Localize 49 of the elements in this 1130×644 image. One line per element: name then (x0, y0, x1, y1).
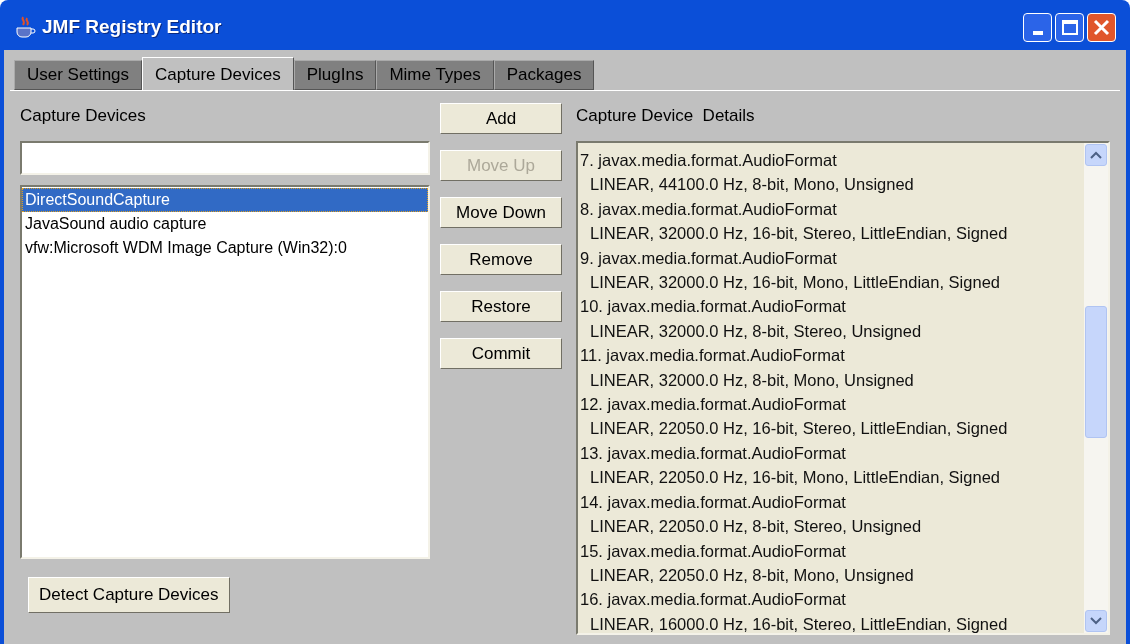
format-details-line: LINEAR, 32000.0 Hz, 8-bit, Mono, Unsigned (589, 369, 915, 391)
detect-devices-button[interactable]: Detect Capture Devices (28, 577, 230, 613)
action-button[interactable]: Move Down (440, 197, 562, 228)
format-details-line: LINEAR, 22050.0 Hz, 8-bit, Stereo, Unsigned (589, 516, 923, 538)
format-class-line: 11. javax.media.format.AudioFormat (580, 345, 846, 367)
format-class-line: 14. javax.media.format.AudioFormat (580, 491, 847, 513)
coffee-cup-icon (14, 15, 36, 39)
tab[interactable]: Mime Types (376, 60, 494, 90)
panel-label: Capture Device Details (576, 105, 756, 127)
format-details-line: LINEAR, 22050.0 Hz, 16-bit, Stereo, LittleEndian, Signed (589, 418, 1009, 440)
format-class-line: 7. javax.media.format.AudioFormat (580, 150, 838, 171)
scrollbar[interactable] (1084, 143, 1108, 633)
format-class-line: 9. javax.media.format.AudioFormat (580, 247, 838, 269)
action-button[interactable]: Restore (440, 291, 562, 322)
device-name-field[interactable] (20, 141, 430, 175)
action-button[interactable]: Remove (440, 244, 562, 275)
format-class-line: 13. javax.media.format.AudioFormat (580, 442, 847, 464)
tab[interactable]: Capture Devices (142, 57, 294, 91)
format-class-line: 15. javax.media.format.AudioFormat (580, 540, 847, 562)
device-list-item[interactable]: DirectSoundCapture (22, 188, 428, 212)
format-class-line: 16. javax.media.format.AudioFormat (580, 589, 847, 611)
scroll-up-button[interactable] (1085, 144, 1107, 166)
format-details-line: LINEAR, 32000.0 Hz, 16-bit, Mono, LittleEndian, Signed (589, 272, 1001, 294)
format-class-line: 10. javax.media.format.AudioFormat (580, 296, 847, 318)
close-button[interactable] (1087, 12, 1116, 42)
format-details-line: LINEAR, 22050.0 Hz, 8-bit, Mono, Unsigned (589, 564, 915, 586)
device-list-item[interactable]: JavaSound audio capture (22, 212, 428, 236)
format-details-line: LINEAR, 22050.0 Hz, 16-bit, Mono, LittleEndian, Signed (589, 467, 1001, 489)
action-button[interactable]: Commit (440, 338, 562, 369)
scroll-down-button[interactable] (1085, 610, 1107, 632)
minimize-button[interactable] (1023, 12, 1052, 42)
format-details-line: LINEAR, 44100.0 Hz, 8-bit, Mono, Unsigned (589, 174, 915, 196)
window-title: JMF Registry Editor (42, 14, 222, 39)
device-list-item[interactable]: vfw:Microsoft WDM Image Capture (Win32):0 (22, 236, 428, 260)
panel-label: Capture Devices (20, 105, 147, 127)
action-button[interactable]: Add (440, 103, 562, 134)
format-class-line: 12. javax.media.format.AudioFormat (580, 394, 847, 416)
format-details-line: LINEAR, 32000.0 Hz, 8-bit, Stereo, Unsigned (589, 320, 923, 342)
chevron-down-icon (1090, 617, 1102, 625)
tab[interactable]: PlugIns (293, 60, 377, 90)
chevron-up-icon (1090, 151, 1102, 159)
scroll-thumb[interactable] (1085, 306, 1107, 438)
format-details-line: LINEAR, 32000.0 Hz, 16-bit, Stereo, LittleEndian, Signed (589, 223, 1009, 245)
close-icon (1093, 18, 1110, 36)
format-details-line: LINEAR, 16000.0 Hz, 16-bit, Stereo, LittleEndian, Signed (589, 613, 1009, 633)
tab[interactable]: User Settings (14, 60, 143, 90)
tab[interactable]: Packages (493, 60, 595, 90)
maximize-button[interactable] (1055, 12, 1084, 42)
format-class-line: 8. javax.media.format.AudioFormat (580, 198, 838, 220)
